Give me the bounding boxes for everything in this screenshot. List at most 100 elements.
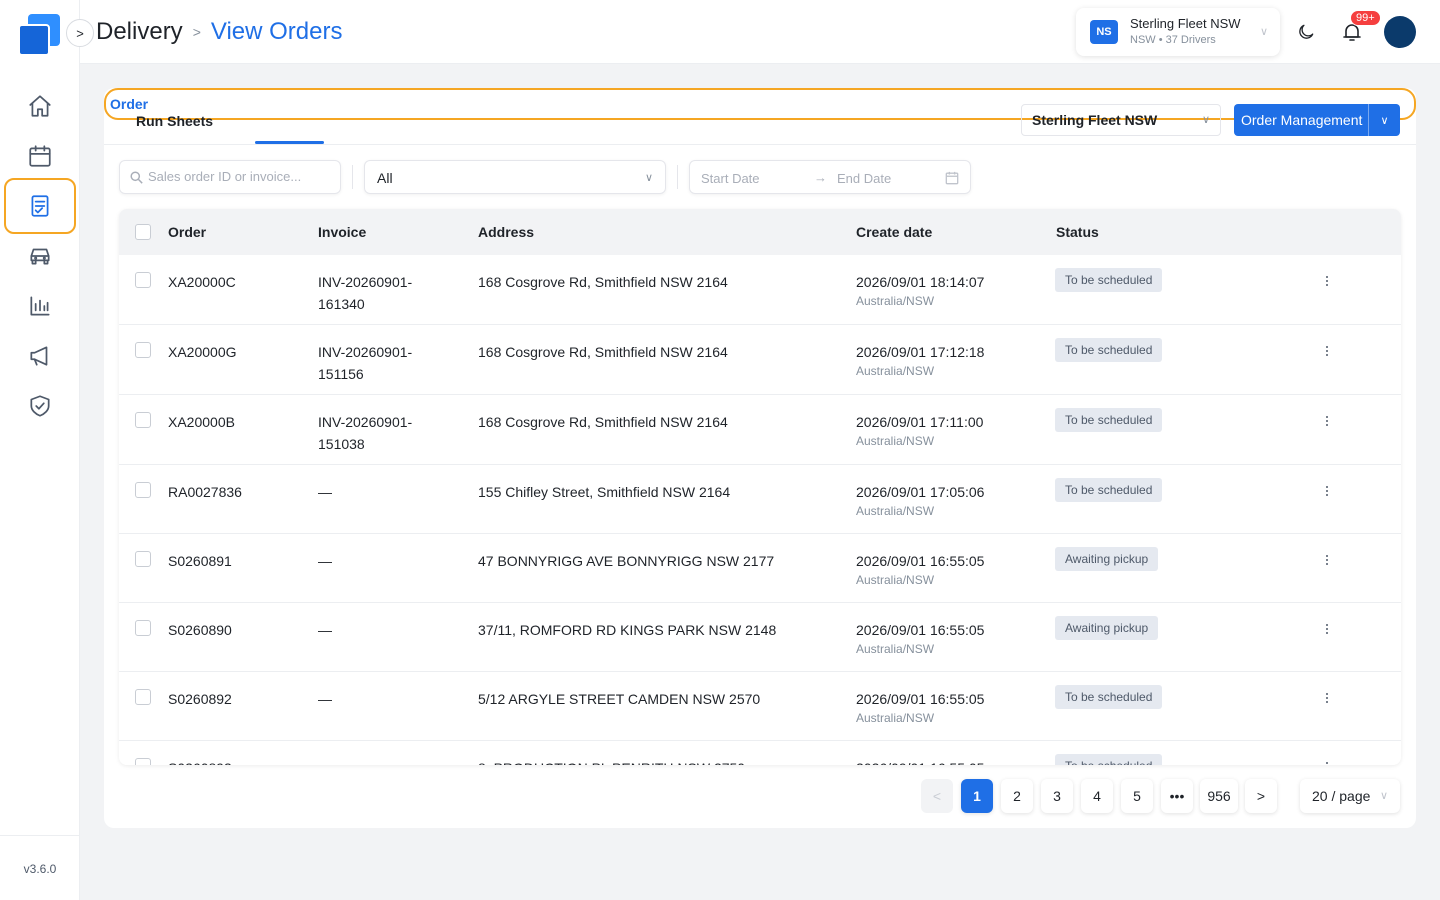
chart-icon[interactable] <box>4 278 76 334</box>
create-date: 2026/09/01 17:12:18 <box>856 344 985 360</box>
more-actions-icon[interactable] <box>1322 483 1332 499</box>
order-id[interactable]: XA20000B <box>168 411 235 433</box>
delivery-address: 8, PRODUCTION PL PENRITH NSW 2750 <box>478 757 745 765</box>
calendar-icon[interactable] <box>4 128 76 184</box>
delivery-address: 47 BONNYRIGG AVE BONNYRIGG NSW 2177 <box>478 553 775 569</box>
shield-icon[interactable] <box>4 378 76 434</box>
order-id[interactable]: S0260892 <box>168 688 232 710</box>
account-subtitle: NSW • 37 Drivers <box>1130 34 1216 46</box>
more-actions-icon[interactable] <box>1322 690 1332 706</box>
page-3-button[interactable]: 3 <box>1041 779 1073 813</box>
car-icon[interactable] <box>4 228 76 284</box>
fleet-select[interactable]: Sterling Fleet NSW ∨ <box>1021 104 1221 136</box>
page-size-select[interactable]: 20 / page ∨ <box>1300 779 1400 813</box>
calendar-icon <box>945 171 959 185</box>
chevron-down-icon[interactable]: ∨ <box>1369 114 1400 127</box>
page-1-button[interactable]: 1 <box>961 779 993 813</box>
table-row[interactable]: XA20000C INV-20260901-161340 168 Cosgrove … <box>119 255 1401 325</box>
more-actions-icon[interactable] <box>1322 413 1332 429</box>
more-actions-icon[interactable] <box>1322 552 1332 568</box>
row-checkbox[interactable] <box>135 620 151 636</box>
row-checkbox[interactable] <box>135 482 151 498</box>
status-badge: To be scheduled <box>1055 754 1163 765</box>
page-last-button[interactable]: 956 <box>1200 779 1238 813</box>
status-badge: To be scheduled <box>1055 338 1163 362</box>
column-address: Address <box>478 224 535 240</box>
order-id[interactable]: XA20000G <box>168 341 237 363</box>
order-id[interactable]: S0260890 <box>168 619 232 641</box>
status-badge: To be scheduled <box>1055 268 1163 292</box>
chevron-down-icon: ∨ <box>1259 26 1268 38</box>
row-checkbox[interactable] <box>135 551 151 567</box>
table-row[interactable]: RA0027836 — 155 Chifley Street, Smithfield… <box>119 465 1401 534</box>
select-all-checkbox[interactable] <box>135 224 151 240</box>
moon-icon[interactable] <box>1296 22 1316 42</box>
search-input[interactable]: Sales order ID or invoice... <box>119 160 341 194</box>
delivery-address: 168 Cosgrove Rd, Smithfield NSW 2164 <box>478 414 728 430</box>
delivery-address: 37/11, ROMFORD RD KINGS PARK NSW 2148 <box>478 622 777 638</box>
table-row[interactable]: S0260890 — 37/11, ROMFORD RD KINGS PARK NS… <box>119 603 1401 672</box>
status-badge: To be scheduled <box>1055 685 1163 709</box>
page-5-button[interactable]: 5 <box>1121 779 1153 813</box>
column-invoice: Invoice <box>318 224 367 240</box>
start-date-input[interactable]: Start Date <box>701 171 760 186</box>
chevron-down-icon: ∨ <box>1201 114 1210 126</box>
table-row[interactable]: S0260892 — 5/12 ARGYLE STREET CAMDEN NSW 2… <box>119 672 1401 741</box>
table-row[interactable]: S0260893 8, PRODUCTION PL PENRITH NSW 275… <box>119 741 1401 765</box>
table-row[interactable]: S0260891 — 47 BONNYRIGG AVE BONNYRIGG NSW … <box>119 534 1401 603</box>
date-range-picker[interactable]: Start Date → End Date <box>689 160 971 194</box>
expand-sidebar-button[interactable]: > <box>66 19 94 47</box>
app-logo[interactable] <box>18 14 62 56</box>
orders-card: Run Sheets Order Sterling Fleet NSW ∨ Or… <box>104 88 1416 828</box>
page-title: View Orders <box>210 18 343 45</box>
order-management-button[interactable]: Order Management ∨ <box>1234 104 1400 136</box>
row-checkbox[interactable] <box>135 758 151 765</box>
order-id[interactable]: RA0027836 <box>168 481 242 503</box>
more-actions-icon[interactable] <box>1322 343 1332 359</box>
end-date-input[interactable]: End Date <box>837 171 891 186</box>
user-avatar[interactable] <box>1384 16 1416 48</box>
tab-run-sheets[interactable]: Run Sheets <box>136 113 213 129</box>
more-actions-icon[interactable] <box>1322 759 1332 765</box>
order-id[interactable]: S0260893 <box>168 757 232 765</box>
order-management-label: Order Management <box>1241 112 1363 128</box>
row-checkbox[interactable] <box>135 342 151 358</box>
status-badge: Awaiting pickup <box>1055 547 1159 571</box>
timezone: Australia/NSW <box>856 294 935 308</box>
invoice-number: — <box>318 622 332 638</box>
timezone: Australia/NSW <box>856 504 935 518</box>
invoice-number: — <box>318 691 332 707</box>
more-actions-icon[interactable] <box>1322 273 1332 289</box>
column-create-date: Create date <box>856 224 933 240</box>
column-order: Order <box>168 224 207 240</box>
delivery-address: 168 Cosgrove Rd, Smithfield NSW 2164 <box>478 274 728 290</box>
more-actions-icon[interactable] <box>1322 621 1332 637</box>
table-row[interactable]: XA20000G INV-20260901-151156 168 Cosgrove … <box>119 325 1401 395</box>
breadcrumb-root[interactable]: Delivery <box>96 18 183 46</box>
breadcrumb: Delivery > View Orders <box>96 18 342 46</box>
pagination-ellipsis[interactable]: ••• <box>1161 779 1193 813</box>
create-date: 2026/09/01 16:55:05 <box>856 757 984 765</box>
row-checkbox[interactable] <box>135 689 151 705</box>
next-page-button[interactable]: > <box>1245 779 1277 813</box>
page-4-button[interactable]: 4 <box>1081 779 1113 813</box>
home-icon[interactable] <box>4 78 76 134</box>
status-filter-value: All <box>377 170 393 186</box>
status-badge: To be scheduled <box>1055 408 1163 432</box>
page-size-value: 20 / page <box>1312 788 1371 804</box>
timezone: Australia/NSW <box>856 711 935 725</box>
status-filter-select[interactable]: All ∨ <box>364 160 666 194</box>
account-switcher[interactable]: NS Sterling Fleet NSW NSW • 37 Drivers ∨ <box>1076 8 1280 56</box>
orders-icon[interactable] <box>4 178 76 234</box>
table-row[interactable]: XA20000B INV-20260901-151038 168 Cosgrove … <box>119 395 1401 465</box>
sidebar: v3.6.0 <box>0 0 80 900</box>
megaphone-icon[interactable] <box>4 328 76 384</box>
row-checkbox[interactable] <box>135 272 151 288</box>
order-id[interactable]: XA20000C <box>168 271 236 293</box>
create-date: 2026/09/01 17:05:06 <box>856 484 985 500</box>
delivery-address: 168 Cosgrove Rd, Smithfield NSW 2164 <box>478 344 728 360</box>
order-id[interactable]: S0260891 <box>168 550 232 572</box>
row-checkbox[interactable] <box>135 412 151 428</box>
prev-page-button[interactable]: < <box>921 779 953 813</box>
page-2-button[interactable]: 2 <box>1001 779 1033 813</box>
